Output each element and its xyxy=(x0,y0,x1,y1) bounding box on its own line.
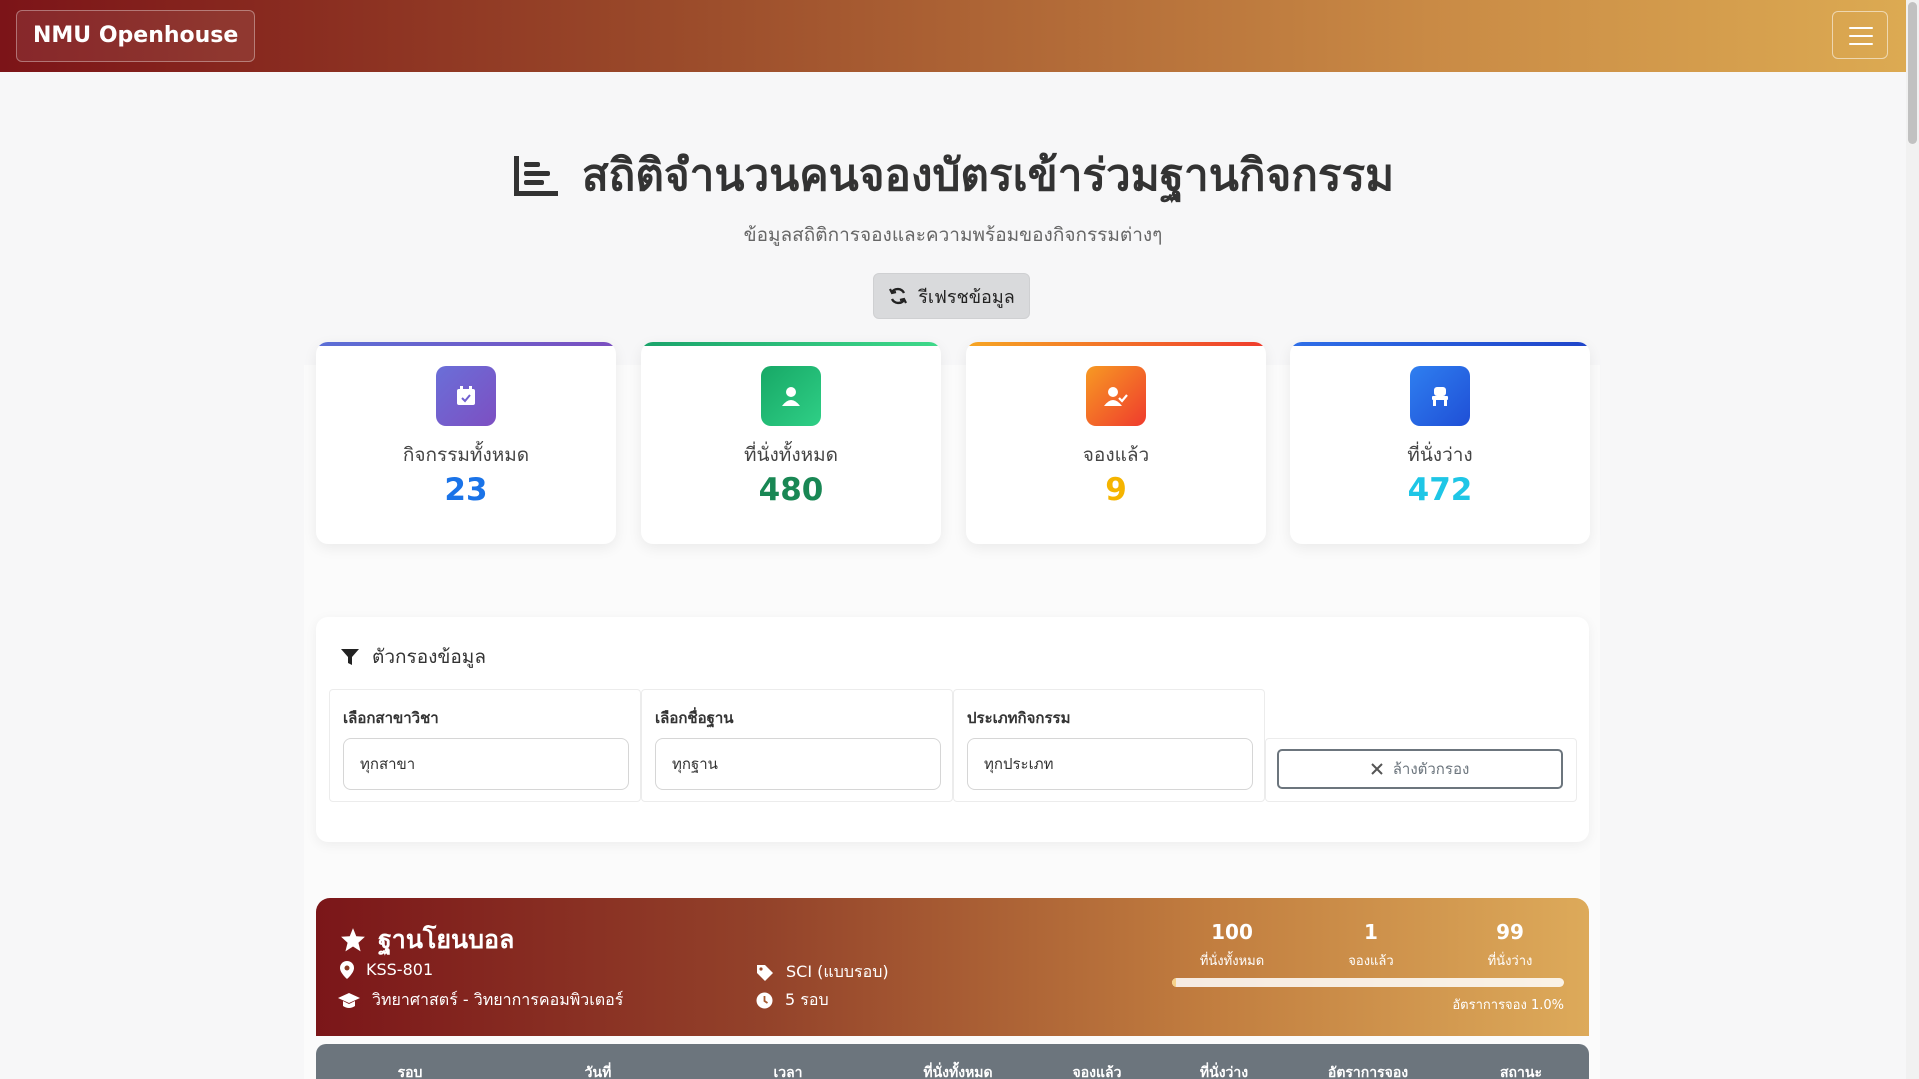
stat-accent-bar xyxy=(966,342,1266,346)
navbar: NMU Openhouse xyxy=(0,0,1906,72)
filter-icon xyxy=(341,649,359,665)
close-icon xyxy=(1370,763,1383,775)
booking-rate: อัตราการจอง 1.0% xyxy=(1452,998,1564,1013)
filter-group-major: เลือกสาขาวิชา ทุกสาขา xyxy=(329,689,641,802)
filter-card: ตัวกรองข้อมูล เลือกสาขาวิชา ทุกสาขา เลือ… xyxy=(316,617,1589,842)
column-header: จองแล้ว xyxy=(1072,1065,1122,1079)
clear-filter-label: ล้างตัวกรอง xyxy=(1392,760,1470,778)
activity-stat-total: 100 ที่นั่งทั้งหมด xyxy=(1172,920,1292,971)
brand-link[interactable]: NMU Openhouse xyxy=(16,10,256,62)
activity-location: KSS-801 xyxy=(340,960,433,979)
refresh-button[interactable]: รีเฟรชข้อมูล xyxy=(873,273,1030,319)
clear-filter-group: ล้างตัวกรอง xyxy=(1265,738,1577,802)
stat-accent-bar xyxy=(316,342,616,346)
clear-filter-button[interactable]: ล้างตัวกรอง xyxy=(1277,749,1563,789)
filter-group-type: ประเภทกิจกรรม ทุกประเภท xyxy=(953,689,1265,802)
activity-rounds: 5 รอบ xyxy=(756,988,829,1013)
user-icon xyxy=(761,366,821,426)
activity-stat-value: 1 xyxy=(1364,920,1378,944)
activity-stat-value: 100 xyxy=(1211,920,1253,944)
page-subtitle: ข้อมูลสถิติการจองและความพร้อมของกิจกรรมต… xyxy=(743,224,1163,246)
page-title-text: สถิติจำนวนคนจองบัตรเข้าร่วมฐานกิจกรรม xyxy=(581,150,1395,201)
stat-card-total-seats: ที่นั่งทั้งหมด 480 xyxy=(641,342,941,544)
activity-card-header: ฐานโยนบอล KSS-801 วิทยาศาสตร์ - วิทยาการ… xyxy=(316,898,1589,1036)
stat-value: 480 xyxy=(758,472,824,508)
activity-location-text: KSS-801 xyxy=(366,960,434,979)
clock-icon xyxy=(756,992,773,1009)
booking-progress-bar xyxy=(1172,978,1564,987)
activity-faculty: วิทยาศาสตร์ - วิทยาการคอมพิวเตอร์ xyxy=(338,988,623,1013)
activity-stat-label: จองแล้ว xyxy=(1348,954,1394,969)
calendar-check-icon xyxy=(436,366,496,426)
menu-toggle-button[interactable] xyxy=(1832,11,1888,59)
stat-label: กิจกรรมทั้งหมด xyxy=(402,444,530,466)
station-select[interactable]: ทุกฐาน xyxy=(655,738,941,790)
activity-name: ฐานโยนบอล xyxy=(378,925,515,954)
activity-stat-value: 99 xyxy=(1496,920,1524,944)
stat-card-activities: กิจกรรมทั้งหมด 23 xyxy=(316,342,616,544)
filter-label: เลือกสาขาวิชา xyxy=(343,709,439,727)
activity-stat-booked: 1 จองแล้ว xyxy=(1311,920,1431,971)
stat-label: ที่นั่งว่าง xyxy=(1407,444,1473,466)
activity-stats: 100 ที่นั่งทั้งหมด 1 จองแล้ว 99 ที่นั่งว… xyxy=(1172,920,1572,1030)
refresh-icon xyxy=(889,287,908,305)
column-header: ที่นั่งทั้งหมด xyxy=(923,1065,993,1079)
column-header: รอบ xyxy=(397,1065,423,1079)
column-header: วันที่ xyxy=(584,1065,612,1079)
scrollbar-thumb[interactable] xyxy=(1908,2,1917,144)
bar-chart-icon xyxy=(513,156,558,196)
stat-accent-bar xyxy=(641,342,941,346)
stat-card-available: ที่นั่งว่าง 472 xyxy=(1290,342,1590,544)
stat-card-booked: จองแล้ว 9 xyxy=(966,342,1266,544)
column-header: สถานะ xyxy=(1500,1065,1542,1079)
filter-title-text: ตัวกรองข้อมูล xyxy=(372,646,486,668)
major-select[interactable]: ทุกสาขา xyxy=(343,738,629,790)
activity-stat-label: ที่นั่งทั้งหมด xyxy=(1199,954,1265,969)
filter-group-station: เลือกชื่อฐาน ทุกฐาน xyxy=(641,689,953,802)
column-header: อัตราการจอง xyxy=(1327,1065,1409,1079)
filter-title: ตัวกรองข้อมูล xyxy=(340,642,486,672)
user-check-icon xyxy=(1086,366,1146,426)
stat-label: ที่นั่งทั้งหมด xyxy=(744,444,838,466)
activity-rounds-text: 5 รอบ xyxy=(785,990,829,1009)
star-icon xyxy=(341,928,365,952)
filter-label: ประเภทกิจกรรม xyxy=(967,709,1071,727)
activity-type-text: SCI (แบบรอบ) xyxy=(786,962,889,981)
column-header: เวลา xyxy=(773,1065,803,1079)
activity-title: ฐานโยนบอล xyxy=(340,920,514,960)
graduation-cap-icon xyxy=(338,992,360,1008)
stat-value: 9 xyxy=(1105,472,1127,508)
filter-label: เลือกชื่อฐาน xyxy=(655,709,734,727)
hamburger-icon xyxy=(1849,27,1873,29)
scrollbar[interactable] xyxy=(1906,0,1919,1079)
rounds-table-header: รอบ วันที่ เวลา ที่นั่งทั้งหมด จองแล้ว ท… xyxy=(316,1044,1589,1079)
activity-stat-available: 99 ที่นั่งว่าง xyxy=(1450,920,1570,971)
stat-label: จองแล้ว xyxy=(1082,444,1150,466)
refresh-label: รีเฟรชข้อมูล xyxy=(918,286,1015,308)
map-pin-icon xyxy=(340,960,354,979)
booking-progress-fill xyxy=(1172,978,1176,987)
tag-icon xyxy=(757,964,773,981)
stat-value: 472 xyxy=(1407,472,1473,508)
activity-faculty-text: วิทยาศาสตร์ - วิทยาการคอมพิวเตอร์ xyxy=(372,990,624,1009)
stat-accent-bar xyxy=(1290,342,1590,346)
page-title: สถิติจำนวนคนจองบัตรเข้าร่วมฐานกิจกรรม xyxy=(0,140,1906,210)
stat-value: 23 xyxy=(444,472,488,508)
activity-stat-label: ที่นั่งว่าง xyxy=(1487,954,1533,969)
column-header: ที่นั่งว่าง xyxy=(1199,1065,1249,1079)
chair-icon xyxy=(1410,366,1470,426)
activity-type-select[interactable]: ทุกประเภท xyxy=(967,738,1253,790)
activity-type: SCI (แบบรอบ) xyxy=(756,960,889,985)
